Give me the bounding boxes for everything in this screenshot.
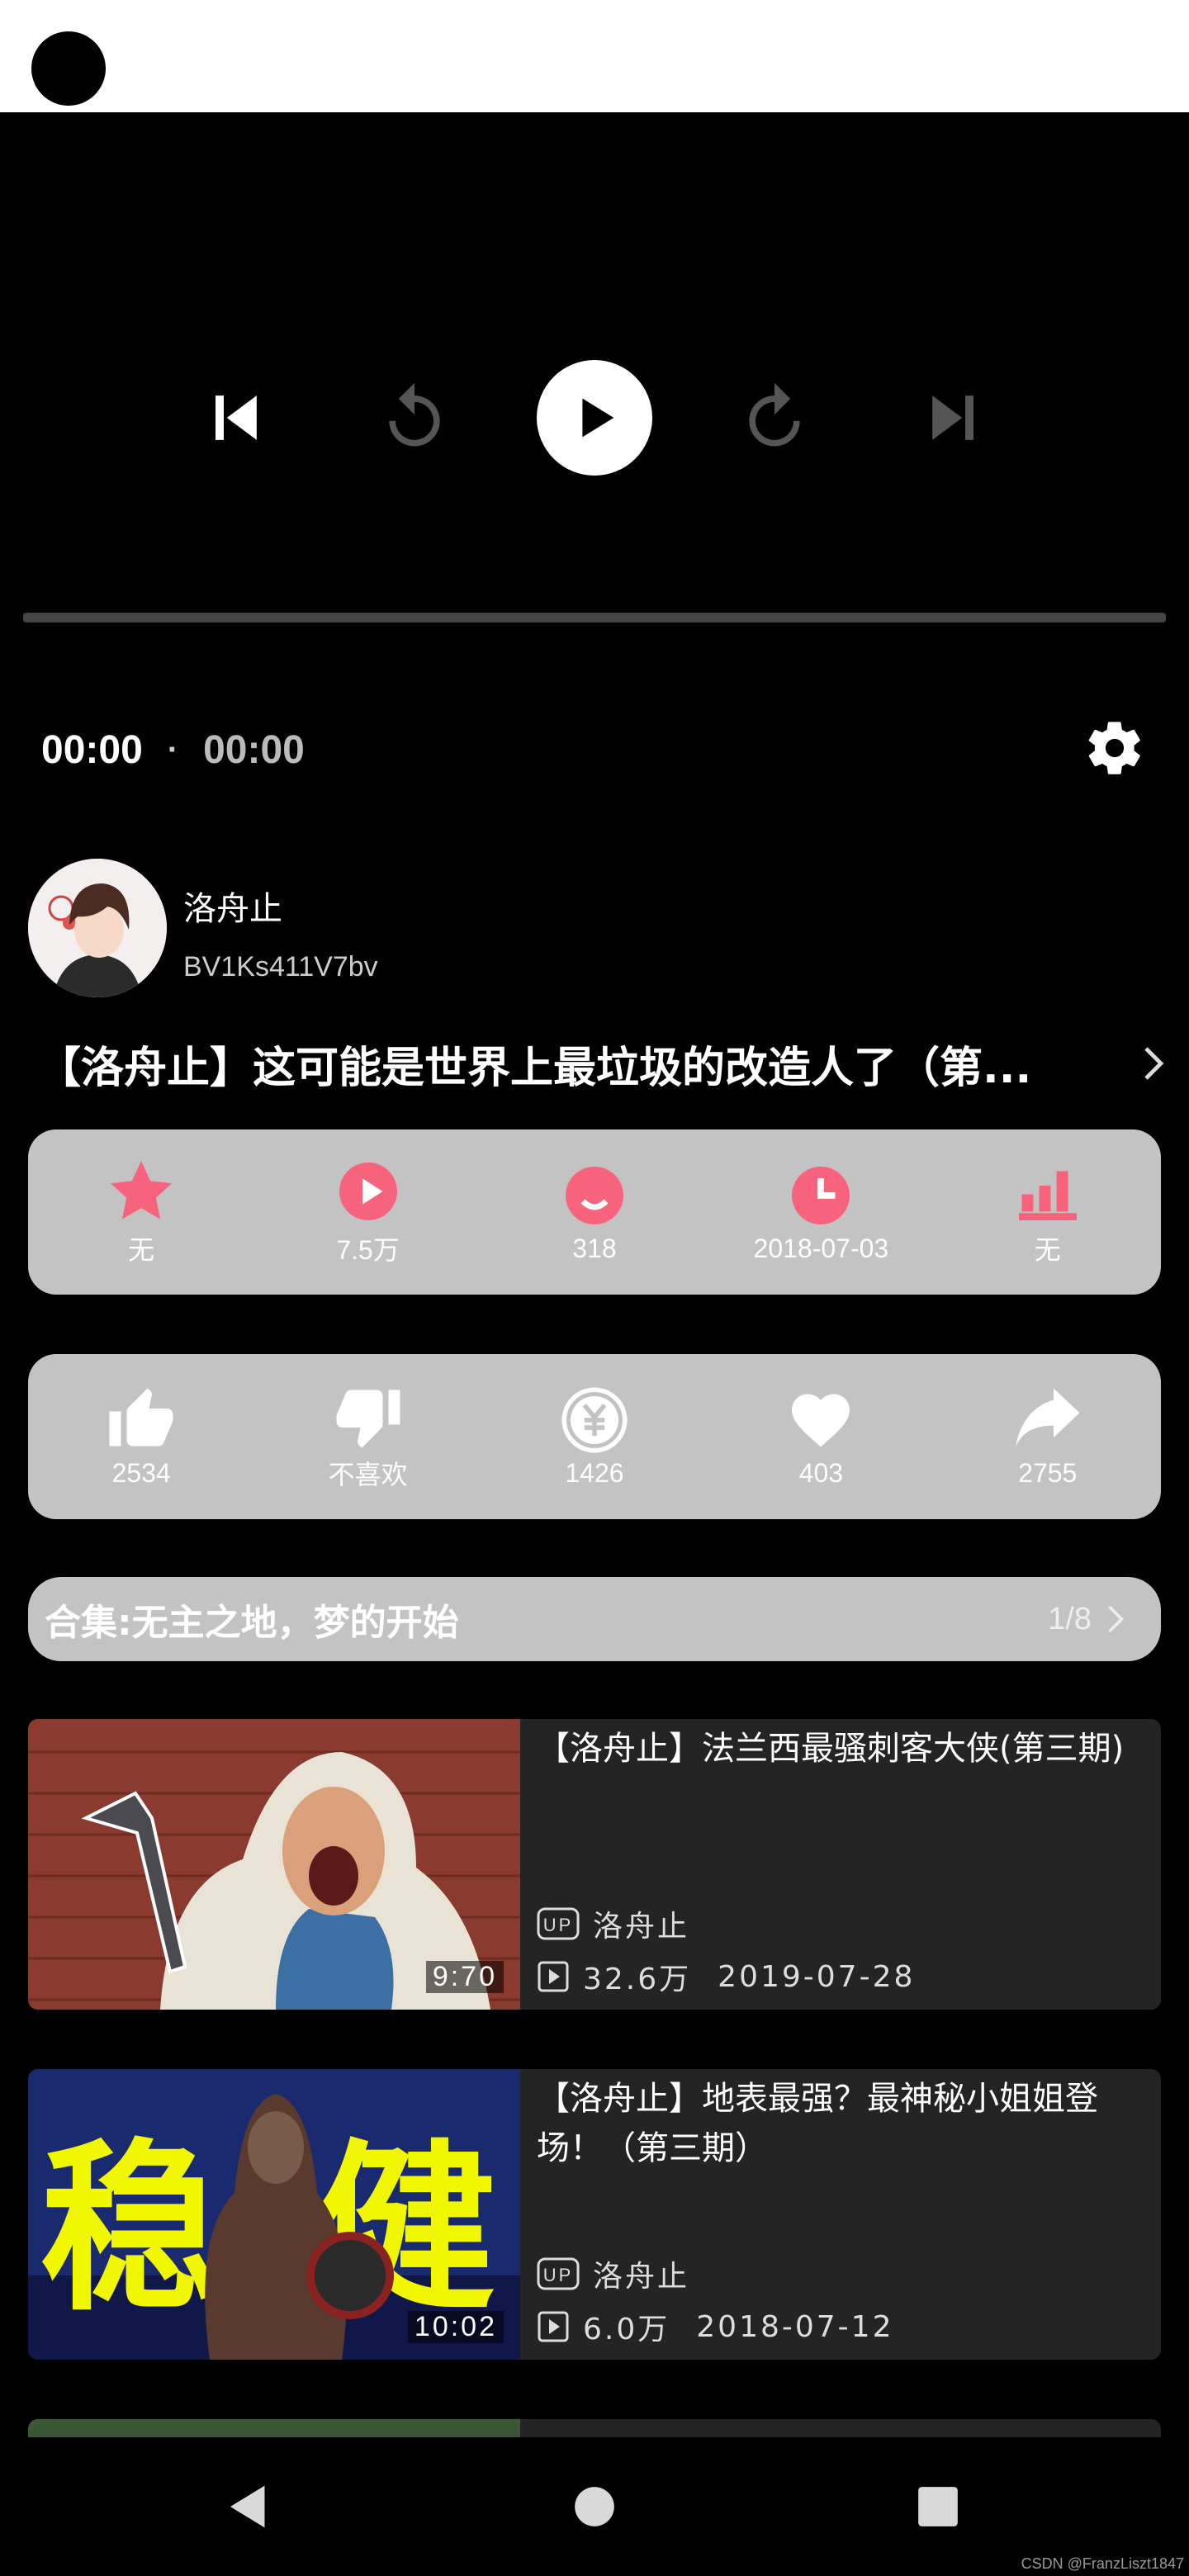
favorite-button[interactable]: 403 (738, 1385, 903, 1489)
forward-button[interactable] (737, 380, 812, 456)
svg-text:稳: 稳 (40, 2124, 221, 2335)
thumb-down-icon (336, 1390, 400, 1448)
video-list-item[interactable]: 稳 健 10:02 【洛舟止】地表最强？最神秘小姐姐登场！（第三期） UP 洛舟… (28, 2069, 1161, 2360)
share-button[interactable]: 2755 (965, 1385, 1130, 1489)
share-count: 2755 (1018, 1457, 1078, 1488)
skip-previous-icon (216, 395, 257, 440)
settings-button[interactable] (1083, 717, 1146, 779)
video-item-uploader: UP 洛舟止 (537, 2252, 689, 2295)
star-icon (111, 1161, 173, 1219)
view-count: 32.6万 (583, 1963, 692, 1996)
video-stats-card: 无 7.5万 318 2018-07-03 无 (28, 1129, 1161, 1295)
video-item-title: 【洛舟止】地表最强？最神秘小姐姐登场！（第三期） (537, 2080, 1098, 2167)
publish-date: 2018-07-12 (696, 2309, 894, 2344)
thumb-up-icon (109, 1388, 173, 1446)
camera-cutout (31, 31, 106, 106)
time-display: 00:00 · 00:00 (41, 725, 305, 774)
svg-text:UP: UP (543, 1915, 574, 1935)
video-item-uploader: UP 洛舟止 (537, 1902, 689, 1945)
video-item-meta: 32.6万 2019-07-28 (537, 1955, 915, 1998)
collection-title: 合集:无主之地，梦的开始 (45, 1602, 459, 1644)
play-icon (582, 398, 614, 438)
forward-icon (749, 382, 800, 447)
video-item-meta: 6.0万 2018-07-12 (537, 2305, 893, 2348)
video-bvid: BV1Ks411V7bv (183, 951, 378, 983)
favorite-count: 403 (798, 1457, 844, 1488)
collection-count: 1/8 (1048, 1601, 1092, 1636)
avatar[interactable] (28, 859, 167, 997)
video-list-item[interactable]: 9:70 【洛舟止】法兰西最骚刺客大侠(第三期) UP 洛舟止 32.6万 20… (28, 1719, 1161, 2010)
uploader-name[interactable]: 洛舟止 (183, 882, 282, 930)
rank-value: 无 (1034, 1235, 1061, 1265)
collection-bar[interactable]: 合集:无主之地，梦的开始 1/8 (28, 1577, 1161, 1661)
play-button[interactable] (537, 360, 652, 476)
replay-icon (389, 382, 440, 447)
like-count: 2534 (111, 1457, 171, 1488)
dislike-label: 不喜欢 (328, 1460, 408, 1489)
danmaku-icon (565, 1166, 623, 1224)
status-bar (0, 0, 1189, 112)
stat-danmaku: 318 (512, 1161, 677, 1264)
back-triangle-icon (230, 2485, 265, 2528)
video-item-title: 【洛舟止】法兰西最骚刺客大侠(第三期) (537, 1730, 1125, 1768)
heart-icon (792, 1394, 850, 1447)
stat-plays: 7.5万 (286, 1157, 451, 1267)
watermark: CSDN @FranzLiszt1847 (1021, 2555, 1184, 2572)
dislike-button[interactable]: 不喜欢 (286, 1381, 451, 1492)
svg-text:UP: UP (543, 2265, 574, 2285)
replay-button[interactable] (377, 380, 452, 456)
stat-rank: 无 (965, 1157, 1130, 1267)
time-separator: · (167, 731, 179, 768)
up-badge-icon: UP (537, 1907, 580, 1940)
date-value: 2018-07-03 (753, 1233, 889, 1263)
share-icon (1016, 1388, 1080, 1446)
video-title-row[interactable]: 【洛舟止】这可能是世界上最垃圾的改造人了（第... (38, 1030, 1169, 1096)
home-circle-icon (575, 2487, 614, 2526)
recents-square-icon (918, 2487, 958, 2526)
coin-button[interactable]: 1426 (512, 1385, 677, 1489)
publish-date: 2019-07-28 (718, 1959, 916, 1994)
video-thumbnail: 稳 健 10:02 (28, 2069, 520, 2360)
nav-home-button[interactable] (573, 2485, 616, 2528)
current-time: 00:00 (41, 727, 143, 772)
uploader-name: 洛舟止 (593, 1910, 690, 1944)
view-count: 6.0万 (583, 2313, 670, 2346)
chevron-right-icon (1108, 1605, 1125, 1633)
total-time: 00:00 (203, 727, 305, 772)
skip-previous-button[interactable] (197, 380, 272, 456)
favorites-value: 无 (128, 1235, 155, 1265)
play-count-icon (537, 1960, 570, 1993)
nav-recents-button[interactable] (917, 2485, 959, 2528)
up-badge-icon: UP (537, 2257, 580, 2290)
video-title: 【洛舟止】这可能是世界上最垃圾的改造人了（第... (38, 1043, 1032, 1093)
gear-icon (1088, 722, 1140, 774)
stat-favorites: 无 (59, 1157, 224, 1267)
avatar-image (28, 859, 167, 997)
bar-chart-icon (1018, 1171, 1077, 1220)
coin-count: 1426 (565, 1457, 624, 1488)
stat-date: 2018-07-03 (738, 1161, 903, 1264)
system-navigation-bar: CSDN @FranzLiszt1847 (0, 2437, 1189, 2576)
plays-value: 7.5万 (336, 1235, 400, 1265)
video-thumbnail: 9:70 (28, 1719, 520, 2010)
skip-next-button[interactable] (917, 380, 992, 456)
progress-bar[interactable] (23, 613, 1166, 623)
video-actions-card: 2534 不喜欢 1426 403 2755 (28, 1354, 1161, 1519)
video-player[interactable] (0, 112, 1189, 641)
chevron-right-icon (1144, 1047, 1164, 1080)
video-duration: 9:70 (425, 1961, 504, 1993)
skip-next-icon (932, 395, 973, 440)
like-button[interactable]: 2534 (59, 1385, 224, 1489)
play-count-icon (339, 1163, 397, 1220)
danmaku-value: 318 (572, 1233, 617, 1263)
play-count-icon (537, 2310, 570, 2343)
uploader-name: 洛舟止 (593, 2260, 690, 2294)
clock-icon (792, 1166, 850, 1224)
nav-back-button[interactable] (226, 2482, 272, 2531)
video-duration: 10:02 (407, 2311, 504, 2343)
coin-icon (561, 1386, 628, 1453)
uploader-info[interactable]: 洛舟止 BV1Ks411V7bv (28, 859, 936, 1001)
